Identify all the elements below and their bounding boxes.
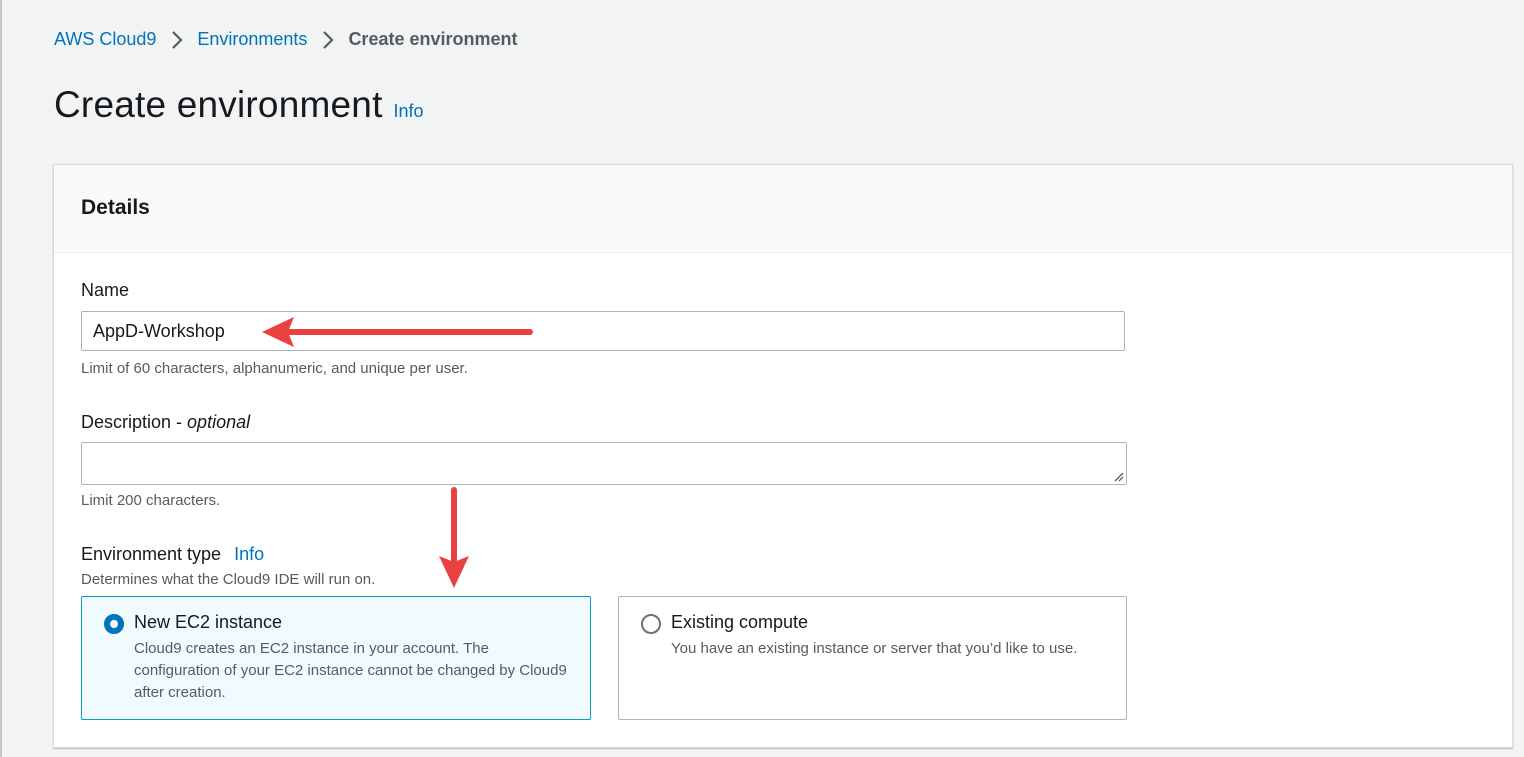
option-description: Cloud9 creates an EC2 instance in your a… [134,640,567,701]
option-title: New EC2 instance [134,612,283,632]
chevron-right-icon [171,30,183,50]
environment-type-hint: Determines what the Cloud9 IDE will run … [81,571,376,588]
radio-unselected-icon[interactable] [641,614,661,634]
page-title: Create environment [54,84,383,125]
environment-type-info-link[interactable]: Info [234,544,264,564]
details-heading: Details [81,196,150,219]
environment-type-label-text: Environment type [81,544,222,564]
option-existing-compute[interactable]: Existing compute You have an existing in… [618,596,1127,720]
description-label-text: Description - [81,412,183,432]
option-new-ec2-instance[interactable]: New EC2 instance Cloud9 creates an EC2 i… [81,596,591,720]
breadcrumb-environments[interactable]: Environments [197,29,307,50]
page-info-link[interactable]: Info [394,101,424,122]
name-input-value: AppD-Workshop [93,320,225,341]
chevron-right-icon [322,30,334,50]
page-header: Create environment Info [54,84,424,126]
description-textarea[interactable] [81,442,1127,485]
option-description: You have an existing instance or server … [671,640,1078,657]
description-label: Description - optional [81,412,250,433]
breadcrumb: AWS Cloud9 Environments Create environme… [54,29,518,50]
breadcrumb-create-environment: Create environment [348,29,518,49]
environment-type-label: Environment type Info [81,544,264,565]
option-title: Existing compute [671,612,809,632]
window-edge [0,0,2,757]
radio-selected-icon[interactable] [104,614,124,634]
description-hint: Limit 200 characters. [81,492,221,509]
name-input[interactable]: AppD-Workshop [81,311,1125,351]
breadcrumb-aws-cloud9[interactable]: AWS Cloud9 [54,29,156,50]
name-label: Name [81,280,130,300]
name-hint: Limit of 60 characters, alphanumeric, an… [81,360,468,377]
details-panel-header: Details [54,165,1512,253]
description-optional-text: optional [187,412,251,432]
resize-handle-icon[interactable] [1112,470,1124,482]
details-panel: Details Name AppD-Workshop Limit of 60 c… [53,164,1513,748]
